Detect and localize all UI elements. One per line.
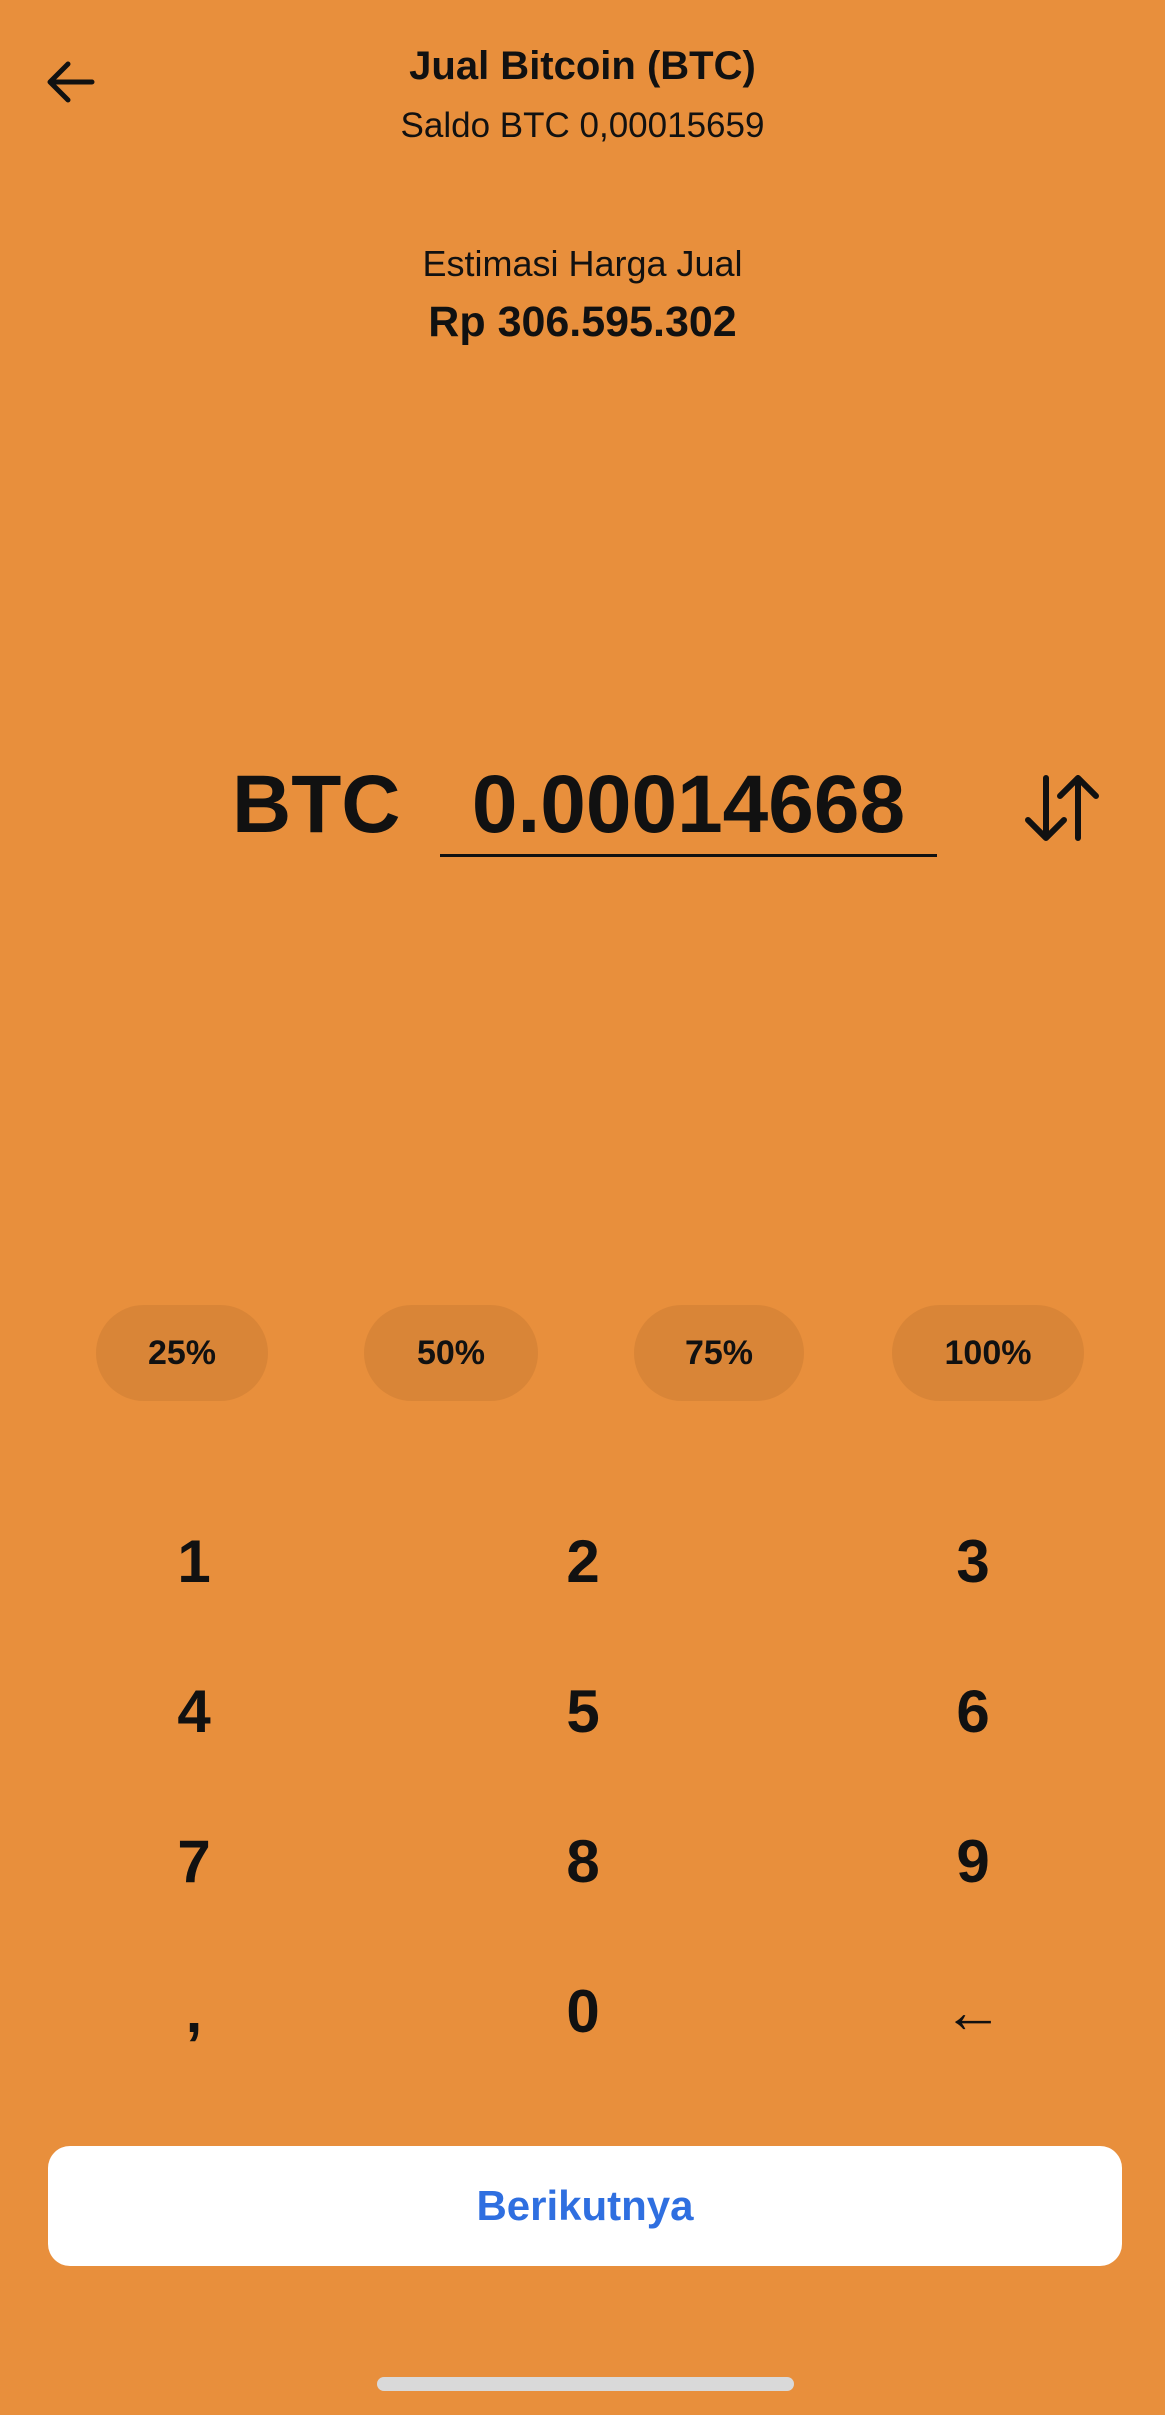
home-indicator [377,2377,794,2391]
swap-vertical-icon [1025,775,1099,841]
key-3[interactable]: 3 [823,1496,1123,1626]
key-4[interactable]: 4 [44,1646,344,1776]
key-9[interactable]: 9 [823,1796,1123,1926]
swap-currency-button[interactable] [1018,770,1104,846]
key-comma[interactable]: , [44,1946,344,2076]
percent-100-button[interactable]: 100% [892,1305,1084,1401]
key-backspace[interactable]: ← [823,1946,1123,2076]
key-6[interactable]: 6 [823,1646,1123,1776]
estimate-value: Rp 306.595.302 [428,298,737,346]
key-0[interactable]: 0 [433,1946,733,2076]
estimate-label: Estimasi Harga Jual [422,243,743,284]
percent-75-button[interactable]: 75% [634,1305,804,1401]
percent-25-button[interactable]: 25% [96,1305,268,1401]
key-2[interactable]: 2 [433,1496,733,1626]
percent-buttons: 25% 50% 75% 100% [0,1305,1165,1401]
btc-balance: Saldo BTC 0,00015659 [400,106,765,145]
key-5[interactable]: 5 [433,1646,733,1776]
percent-50-button[interactable]: 50% [364,1305,538,1401]
key-1[interactable]: 1 [44,1496,344,1626]
next-button[interactable]: Berikutnya [48,2146,1122,2266]
amount-input[interactable]: 0.00014668 [440,760,937,857]
amount-currency: BTC [232,759,401,850]
page-title: Jual Bitcoin (BTC) [409,44,756,88]
key-8[interactable]: 8 [433,1796,733,1926]
key-7[interactable]: 7 [44,1796,344,1926]
